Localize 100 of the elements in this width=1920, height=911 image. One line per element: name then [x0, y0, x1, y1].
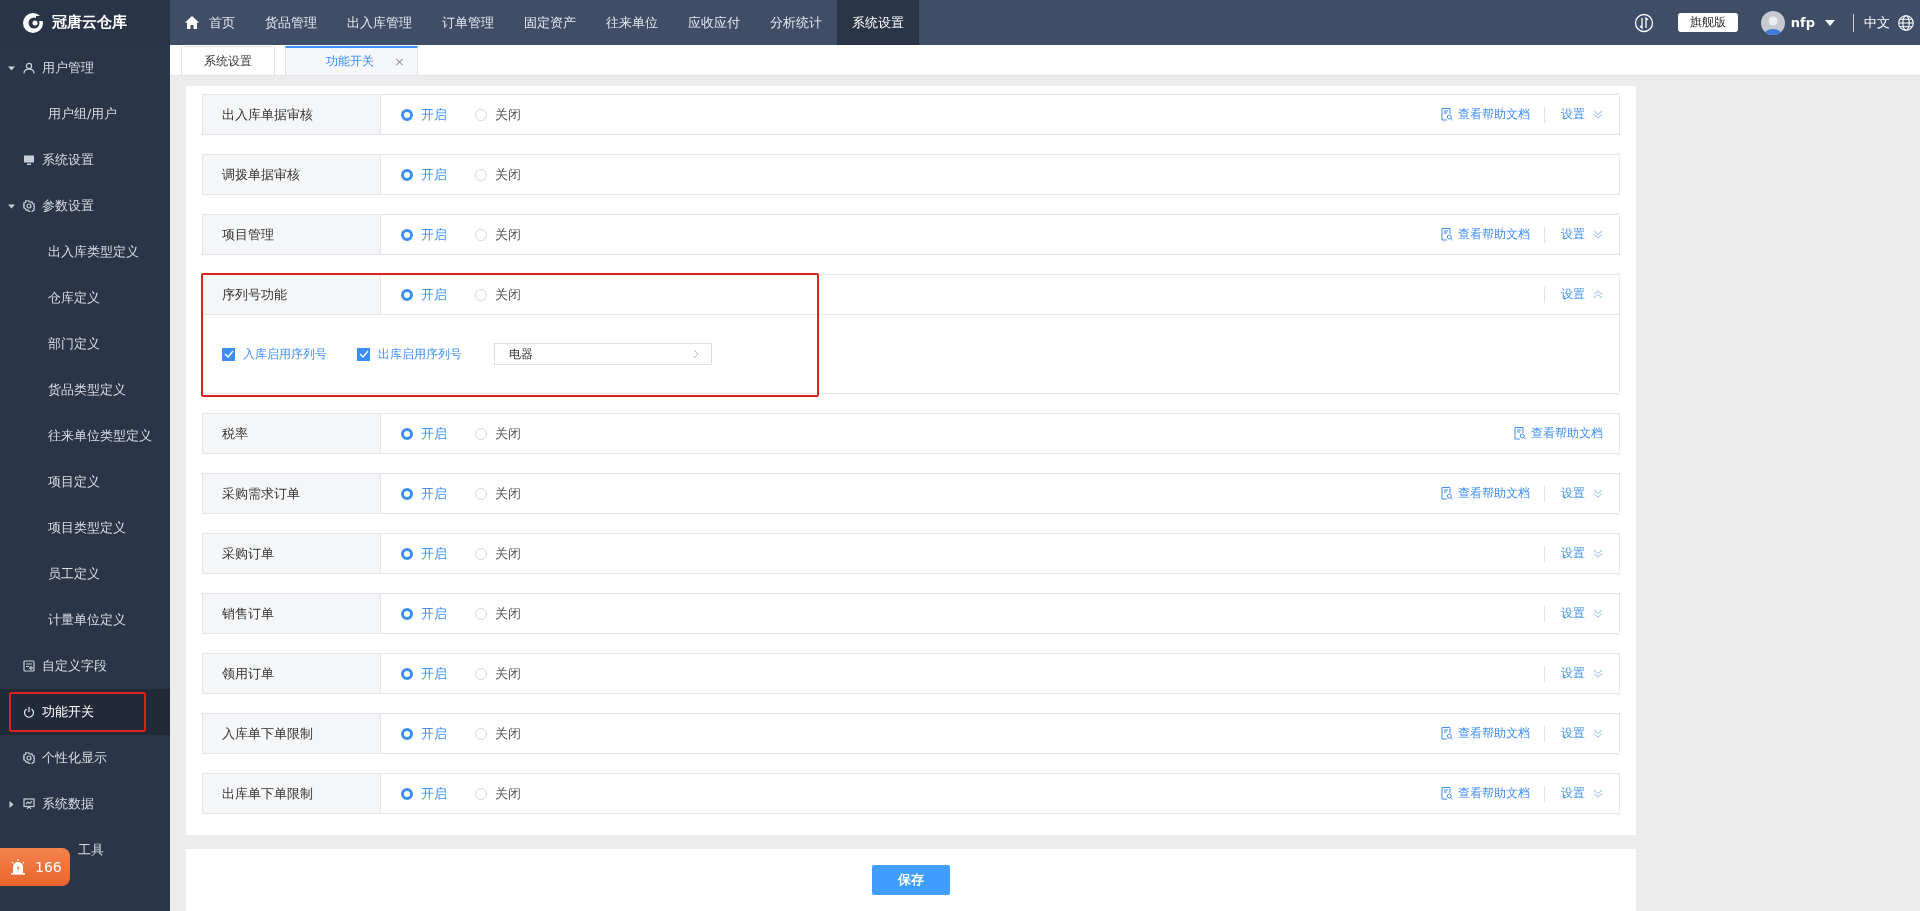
settings-link[interactable]: 设置	[1561, 226, 1585, 243]
help-doc-link[interactable]: 查看帮助文档	[1441, 106, 1530, 123]
nav-tab[interactable]: 系统设置	[837, 0, 919, 45]
chevron-down-icon[interactable]	[1593, 789, 1603, 798]
settings-link[interactable]: 设置	[1561, 545, 1585, 562]
radio-button[interactable]	[401, 108, 413, 121]
setting-name: 采购订单	[203, 534, 381, 573]
radio-label[interactable]: 关闭	[495, 484, 521, 503]
settings-link[interactable]: 设置	[1561, 725, 1585, 742]
sidebar-item[interactable]: 部门定义	[48, 335, 100, 353]
radio-label[interactable]: 开启	[421, 105, 447, 124]
help-doc-link[interactable]: 查看帮助文档	[1441, 785, 1530, 802]
radio-label[interactable]: 关闭	[495, 604, 521, 623]
caret-icon[interactable]	[1825, 19, 1835, 26]
radio-label[interactable]: 关闭	[495, 105, 521, 124]
radio-button[interactable]	[401, 487, 413, 500]
chevron-down-icon[interactable]	[1593, 230, 1603, 239]
chevron-down-icon[interactable]	[1593, 609, 1603, 618]
settings-link[interactable]: 设置	[1561, 485, 1585, 502]
sidebar-item[interactable]: 用户组/用户	[48, 105, 118, 123]
radio-label[interactable]: 开启	[421, 664, 447, 683]
sidebar-item[interactable]: 功能开关	[42, 703, 94, 721]
radio-button[interactable]	[401, 168, 413, 181]
sidebar-item[interactable]: 用户管理	[42, 59, 94, 77]
sidebar-item[interactable]: 参数设置	[42, 197, 94, 215]
help-doc-link[interactable]: 查看帮助文档	[1441, 725, 1530, 742]
radio-label[interactable]: 关闭	[495, 225, 521, 244]
radio-label[interactable]: 关闭	[495, 724, 521, 743]
sidebar-item[interactable]: 计量单位定义	[48, 611, 126, 629]
caret-right-icon[interactable]	[8, 800, 15, 808]
sidebar-item[interactable]: 员工定义	[48, 565, 100, 583]
chevron-down-icon[interactable]	[1593, 729, 1603, 738]
radio-button[interactable]	[401, 547, 413, 560]
chevron-down-icon[interactable]	[1593, 669, 1603, 678]
checkbox[interactable]	[357, 347, 370, 361]
checkbox-label[interactable]: 入库启用序列号	[243, 345, 327, 363]
radio-button[interactable]	[401, 288, 413, 301]
sidebar-item[interactable]: 个性化显示	[42, 749, 107, 767]
sidebar-item[interactable]: 工具	[78, 841, 104, 859]
nav-tab[interactable]: 货品管理	[250, 0, 332, 45]
settings-link[interactable]: 设置	[1561, 106, 1585, 123]
settings-link[interactable]: 设置	[1561, 605, 1585, 622]
radio-label[interactable]: 开启	[421, 724, 447, 743]
nav-tab[interactable]: 往来单位	[591, 0, 673, 45]
radio-label[interactable]: 开启	[421, 604, 447, 623]
radio-button[interactable]	[401, 228, 413, 241]
radio-button[interactable]	[401, 427, 413, 440]
chevron-up-icon[interactable]	[1593, 290, 1603, 299]
nav-tab[interactable]: 出入库管理	[332, 0, 427, 45]
language-label[interactable]: 中文	[1864, 13, 1890, 32]
radio-label[interactable]: 开启	[421, 225, 447, 244]
nav-tab[interactable]: 固定资产	[509, 0, 591, 45]
sidebar-item[interactable]: 系统数据	[42, 795, 94, 813]
checkbox-label[interactable]: 出库启用序列号	[378, 345, 462, 363]
help-doc-link[interactable]: 查看帮助文档	[1514, 425, 1603, 442]
radio-label[interactable]: 开启	[421, 484, 447, 503]
transfer-icon[interactable]	[1633, 12, 1654, 33]
help-doc-link[interactable]: 查看帮助文档	[1441, 485, 1530, 502]
radio-button[interactable]	[401, 787, 413, 800]
help-doc-link[interactable]: 查看帮助文档	[1441, 226, 1530, 243]
radio-button[interactable]	[401, 607, 413, 620]
nav-tab[interactable]: 首页	[170, 0, 250, 45]
settings-link[interactable]: 设置	[1561, 665, 1585, 682]
sidebar-item[interactable]: 项目类型定义	[48, 519, 126, 537]
checkbox[interactable]	[222, 347, 235, 361]
globe-icon[interactable]	[1898, 14, 1914, 31]
category-select[interactable]: 电器	[494, 343, 712, 365]
radio-label[interactable]: 关闭	[495, 664, 521, 683]
chevron-down-icon[interactable]	[1593, 110, 1603, 119]
sidebar-item[interactable]: 项目定义	[48, 473, 100, 491]
radio-button[interactable]	[401, 667, 413, 680]
nav-tab[interactable]: 分析统计	[755, 0, 837, 45]
avatar-icon[interactable]	[1760, 10, 1785, 35]
radio-label[interactable]: 关闭	[495, 544, 521, 563]
user-name[interactable]: nfp	[1790, 15, 1815, 30]
caret-down-icon[interactable]	[8, 64, 15, 72]
radio-label[interactable]: 关闭	[495, 165, 521, 184]
page-tab[interactable]: 系统设置	[181, 46, 275, 75]
radio-label[interactable]: 关闭	[495, 424, 521, 443]
sidebar-item[interactable]: 货品类型定义	[48, 381, 126, 399]
settings-link[interactable]: 设置	[1561, 785, 1585, 802]
chevron-down-icon[interactable]	[1593, 489, 1603, 498]
radio-label[interactable]: 关闭	[495, 285, 521, 304]
radio-button[interactable]	[401, 727, 413, 740]
sidebar-item[interactable]: 仓库定义	[48, 289, 100, 307]
radio-label[interactable]: 开启	[421, 285, 447, 304]
nav-tab[interactable]: 应收应付	[673, 0, 755, 45]
sidebar-item[interactable]: 系统设置	[42, 151, 94, 169]
caret-down-icon[interactable]	[8, 202, 15, 210]
sidebar-item[interactable]: 往来单位类型定义	[48, 427, 152, 445]
nav-tab[interactable]: 订单管理	[427, 0, 509, 45]
radio-label[interactable]: 开启	[421, 784, 447, 803]
chevron-down-icon[interactable]	[1593, 549, 1603, 558]
settings-link[interactable]: 设置	[1561, 286, 1585, 303]
radio-label[interactable]: 关闭	[495, 784, 521, 803]
sidebar-item[interactable]: 出入库类型定义	[48, 243, 139, 261]
radio-label[interactable]: 开启	[421, 424, 447, 443]
sidebar-item[interactable]: 自定义字段	[42, 657, 107, 675]
radio-label[interactable]: 开启	[421, 165, 447, 184]
radio-label[interactable]: 开启	[421, 544, 447, 563]
